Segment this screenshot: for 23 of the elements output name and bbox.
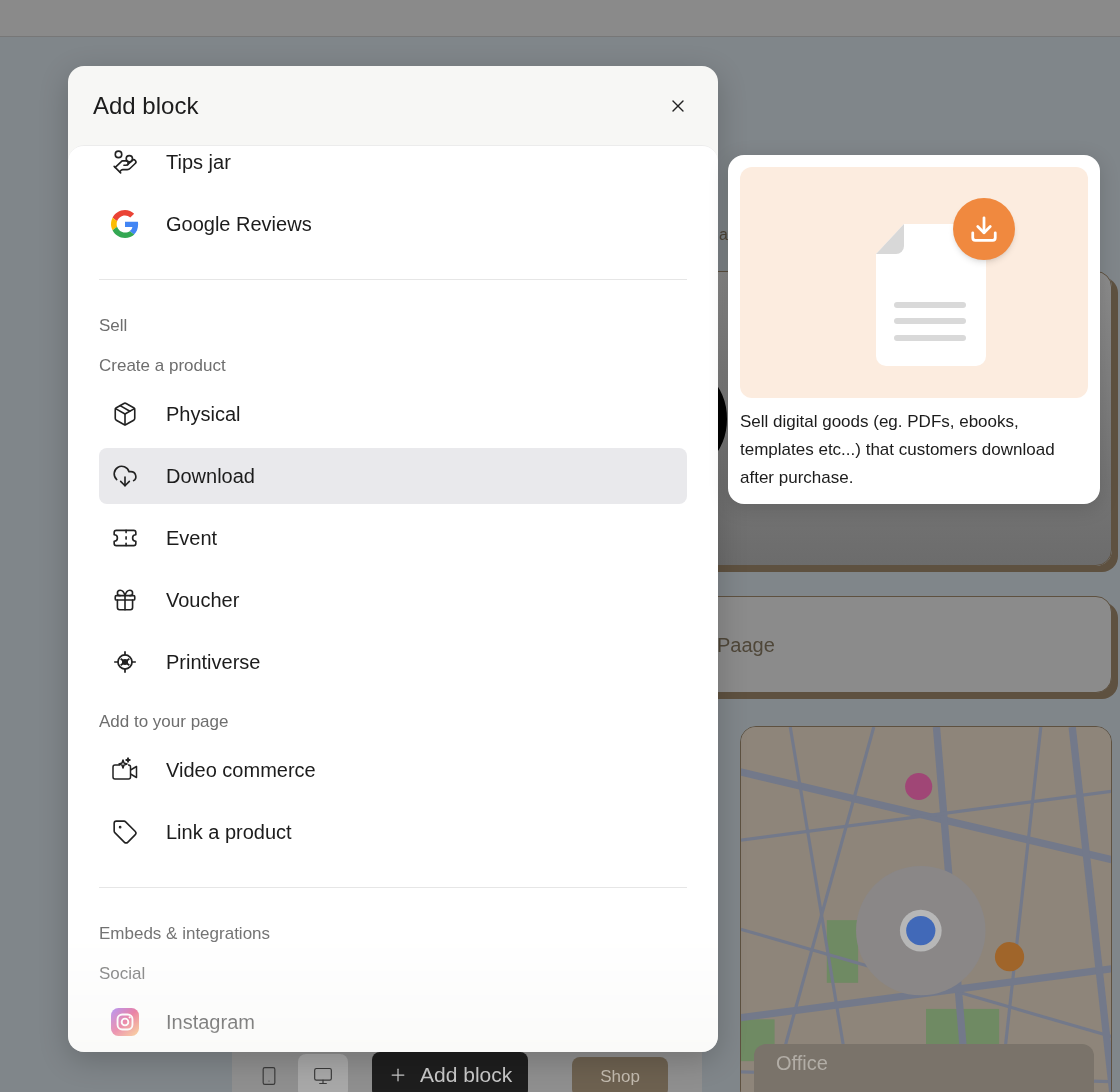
cloud-download-icon <box>112 463 138 489</box>
tag-icon <box>112 819 138 845</box>
card-title: Paage <box>717 632 775 658</box>
add-block-button[interactable]: Add block <box>372 1052 529 1092</box>
place-name: Office <box>776 1052 828 1074</box>
video-camera-icon <box>111 757 139 783</box>
section-heading: Embeds & integrations <box>99 924 272 944</box>
page-heading: a <box>719 225 728 245</box>
block-option[interactable]: Download <box>99 448 687 504</box>
section-heading: Sell <box>99 316 129 336</box>
dialog-title: Add block <box>93 90 199 121</box>
group-heading: Create a product <box>99 356 227 376</box>
google-icon <box>111 210 139 238</box>
device-toggle[interactable] <box>298 1054 348 1092</box>
group-heading: Add to your page <box>99 712 230 732</box>
document-icon <box>874 221 988 368</box>
monitor-icon <box>313 1066 333 1086</box>
preview-description: Sell digital goods (eg. PDFs, ebooks, templates etc...) that customers download after purchase. <box>740 411 1056 489</box>
gift-icon <box>112 587 138 613</box>
coins-hand-icon <box>112 149 138 175</box>
instagram-icon <box>111 1007 139 1037</box>
box-icon <box>112 401 138 427</box>
group-heading: Social <box>99 964 147 984</box>
